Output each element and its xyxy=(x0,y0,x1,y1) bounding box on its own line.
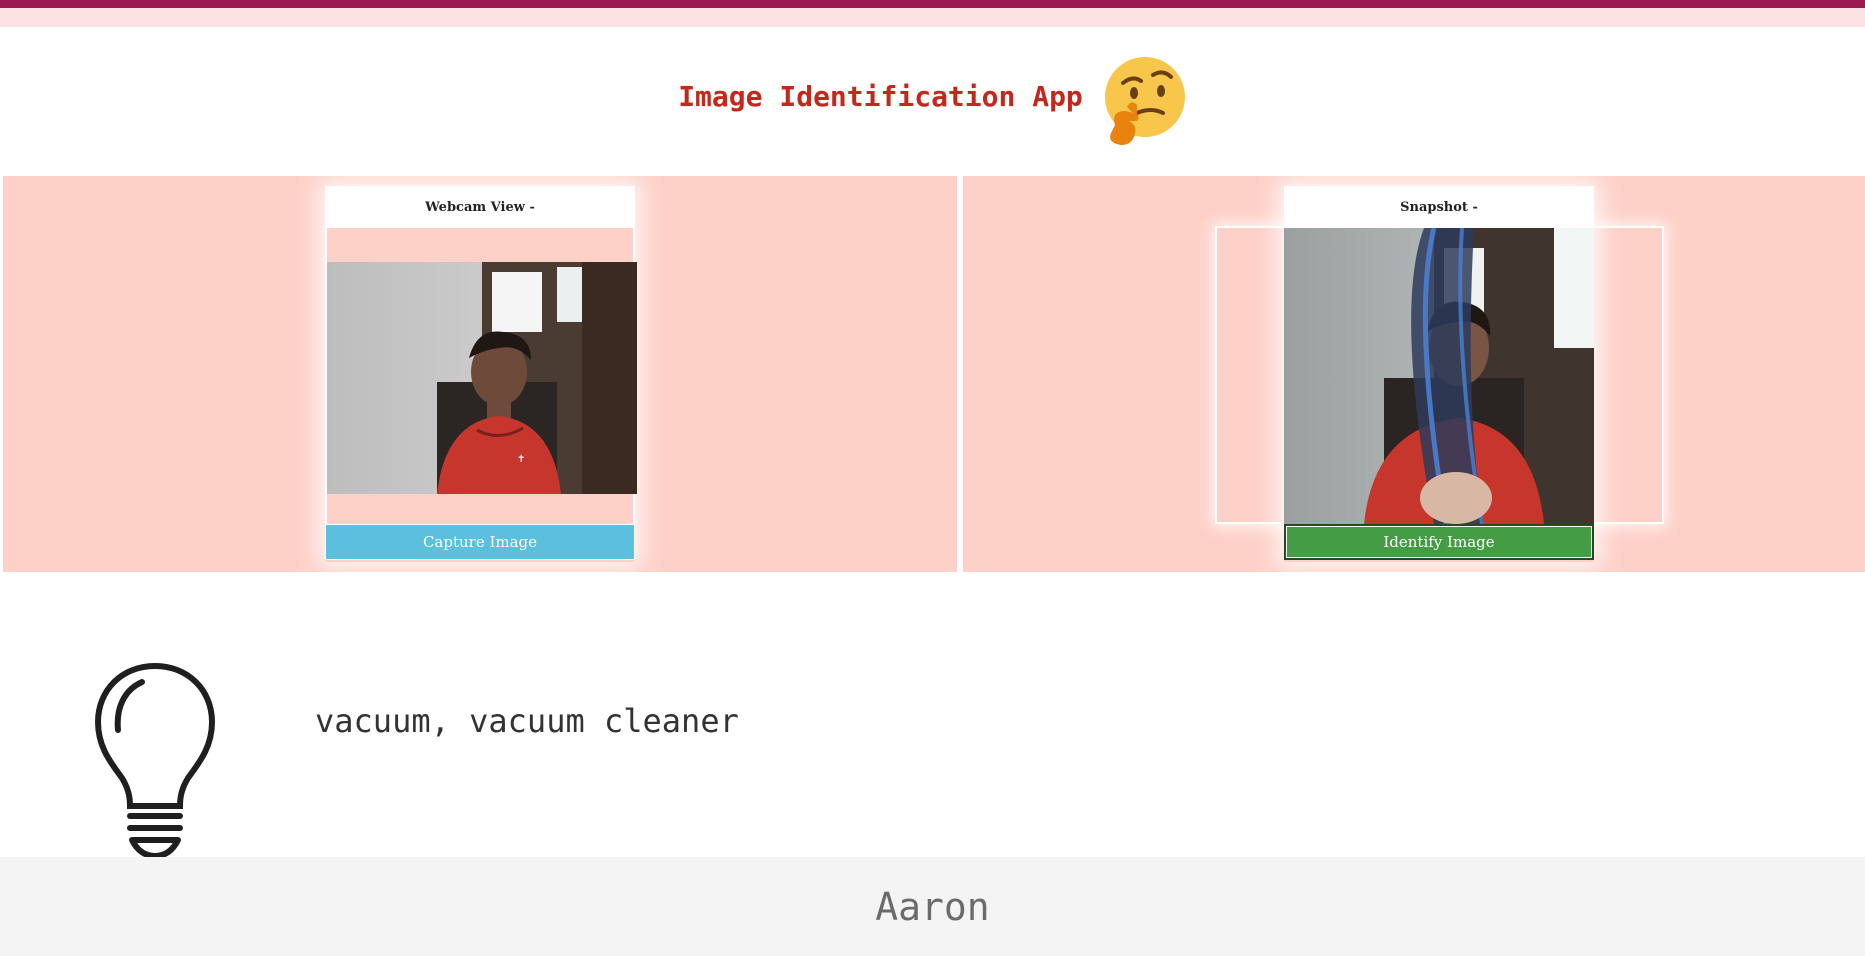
identify-image-button[interactable]: Identify Image xyxy=(1284,524,1594,560)
snapshot-heading: Snapshot - xyxy=(1284,186,1594,228)
page-title: Image Identification App xyxy=(678,79,1083,113)
thinking-face-icon xyxy=(1101,55,1187,151)
author-name: Aaron xyxy=(875,884,990,929)
top-accent-shadow xyxy=(0,8,1865,27)
snapshot-panel: Snapshot - Identify Image xyxy=(963,176,1865,572)
prediction-text: vacuum, vacuum cleaner xyxy=(315,702,739,740)
svg-text:✝: ✝ xyxy=(517,454,525,465)
snapshot-image xyxy=(1284,228,1594,524)
snapshot-image-container xyxy=(1284,228,1594,524)
webcam-video-container: ✝ xyxy=(325,228,637,524)
page-footer: Aaron xyxy=(0,857,1865,956)
webcam-panel: Webcam View - ✝ Capture Image xyxy=(3,176,957,572)
snapshot-card: Snapshot - Identify Image xyxy=(1284,186,1594,562)
capture-image-button[interactable]: Capture Image xyxy=(325,524,635,560)
app-header: Image Identification App xyxy=(0,27,1865,175)
webcam-video: ✝ xyxy=(327,262,637,494)
webcam-card: Webcam View - ✝ Capture Image xyxy=(325,186,637,562)
lightbulb-icon xyxy=(90,660,220,860)
top-accent-bar xyxy=(0,0,1865,8)
webcam-heading: Webcam View - xyxy=(325,186,635,228)
prediction-result: vacuum, vacuum cleaner xyxy=(0,640,1865,860)
